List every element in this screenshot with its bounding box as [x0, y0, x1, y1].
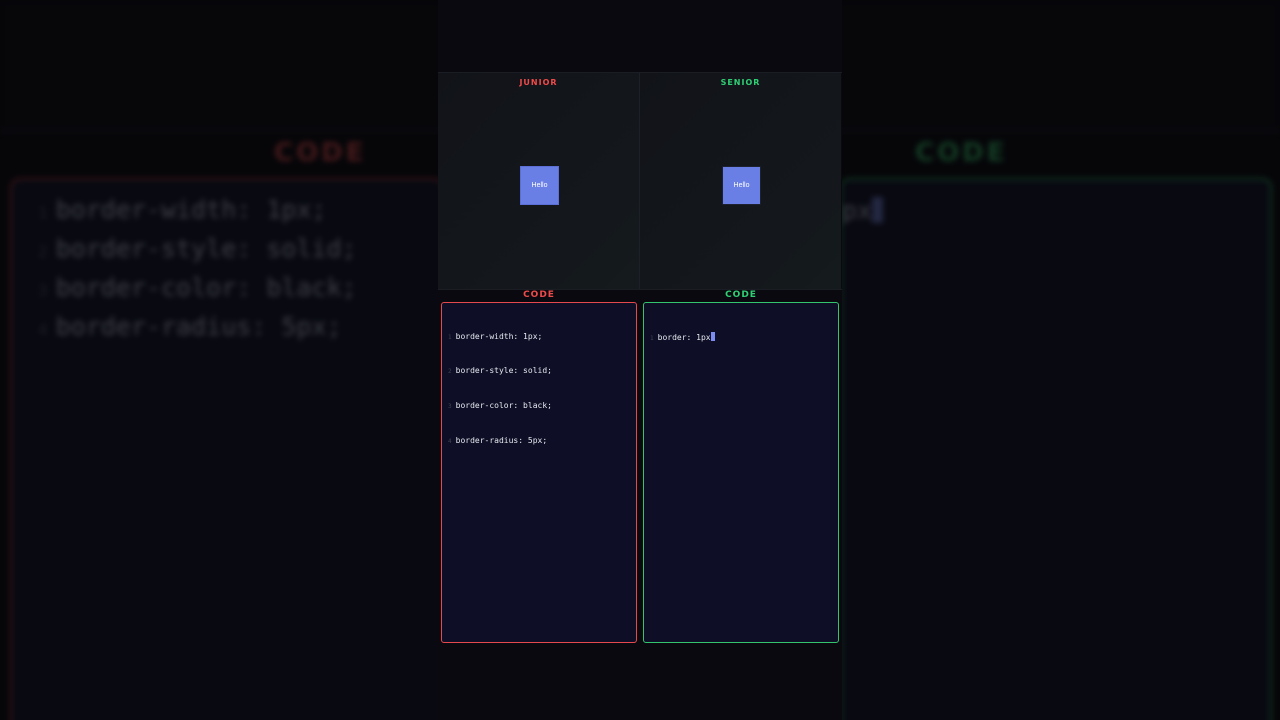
background-code-line: 1 border-width: 1px; [38, 192, 357, 231]
code-text: border-color: black; [455, 401, 552, 411]
code-line: 1 border: 1px [650, 331, 715, 344]
text-cursor-icon [710, 331, 715, 341]
senior-label: SENIOR [720, 78, 761, 87]
code-text: border-width: 1px; [55, 195, 327, 224]
preview-area: JUNIOR Hello SENIOR Hello [438, 72, 842, 290]
junior-demo-box: Hello [520, 166, 559, 205]
code-text: border-style: solid; [55, 234, 357, 263]
junior-preview: JUNIOR Hello [438, 73, 639, 289]
video-stage: JUNIOR Hello SENIOR Hello CODE CODE 1 bor… [438, 0, 842, 720]
senior-preview: SENIOR Hello [640, 73, 841, 289]
senior-code-lines: 1 border: 1px [650, 309, 715, 366]
senior-code-heading: CODE [725, 290, 757, 300]
senior-code-editor[interactable]: 1 border: 1px [643, 302, 839, 643]
code-text: border: 1px [657, 332, 711, 342]
junior-label: JUNIOR [519, 78, 558, 87]
background-code-line: 4 border-radius: 5px; [38, 309, 357, 348]
junior-code-lines: 1 border-width: 1px; 2 border-style: solid… [448, 308, 552, 470]
code-text: border-color: black; [55, 273, 357, 302]
junior-code-heading: CODE [523, 290, 555, 300]
senior-demo-box: Hello [722, 166, 761, 205]
line-number: 2 [38, 242, 48, 261]
code-line: 1 border-width: 1px; [448, 331, 552, 343]
line-number: 1 [38, 203, 48, 222]
code-line: 2 border-style: solid; [448, 365, 552, 377]
line-number: 1 [448, 333, 452, 341]
code-text: border-width: 1px; [455, 331, 543, 341]
code-text: border-style: solid; [455, 366, 552, 376]
junior-code-editor[interactable]: 1 border-width: 1px; 2 border-style: solid… [441, 302, 637, 643]
line-number: 4 [38, 320, 48, 339]
background-code-right: px [842, 196, 884, 225]
line-number: 2 [448, 368, 452, 376]
code-text: border-radius: 5px; [55, 312, 342, 341]
background-code-heading-right: CODE [915, 138, 1008, 168]
line-number: 4 [448, 438, 452, 446]
background-code-line: 2 border-style: solid; [38, 231, 357, 270]
code-line: 3 border-color: black; [448, 400, 552, 412]
background-code-line: 3 border-color: black; [38, 270, 357, 309]
background-code-heading-left: CODE [274, 138, 367, 168]
background-code-left: 1 border-width: 1px; 2 border-style: solid… [38, 192, 357, 348]
code-line: 4 border-radius: 5px; [448, 435, 552, 447]
line-number: 1 [650, 334, 654, 342]
background-editor-right [840, 178, 1272, 720]
line-number: 3 [38, 281, 48, 300]
code-text: border-radius: 5px; [455, 436, 548, 446]
text-cursor-icon [872, 197, 884, 223]
line-number: 3 [448, 403, 452, 411]
code-text: px [842, 196, 873, 225]
